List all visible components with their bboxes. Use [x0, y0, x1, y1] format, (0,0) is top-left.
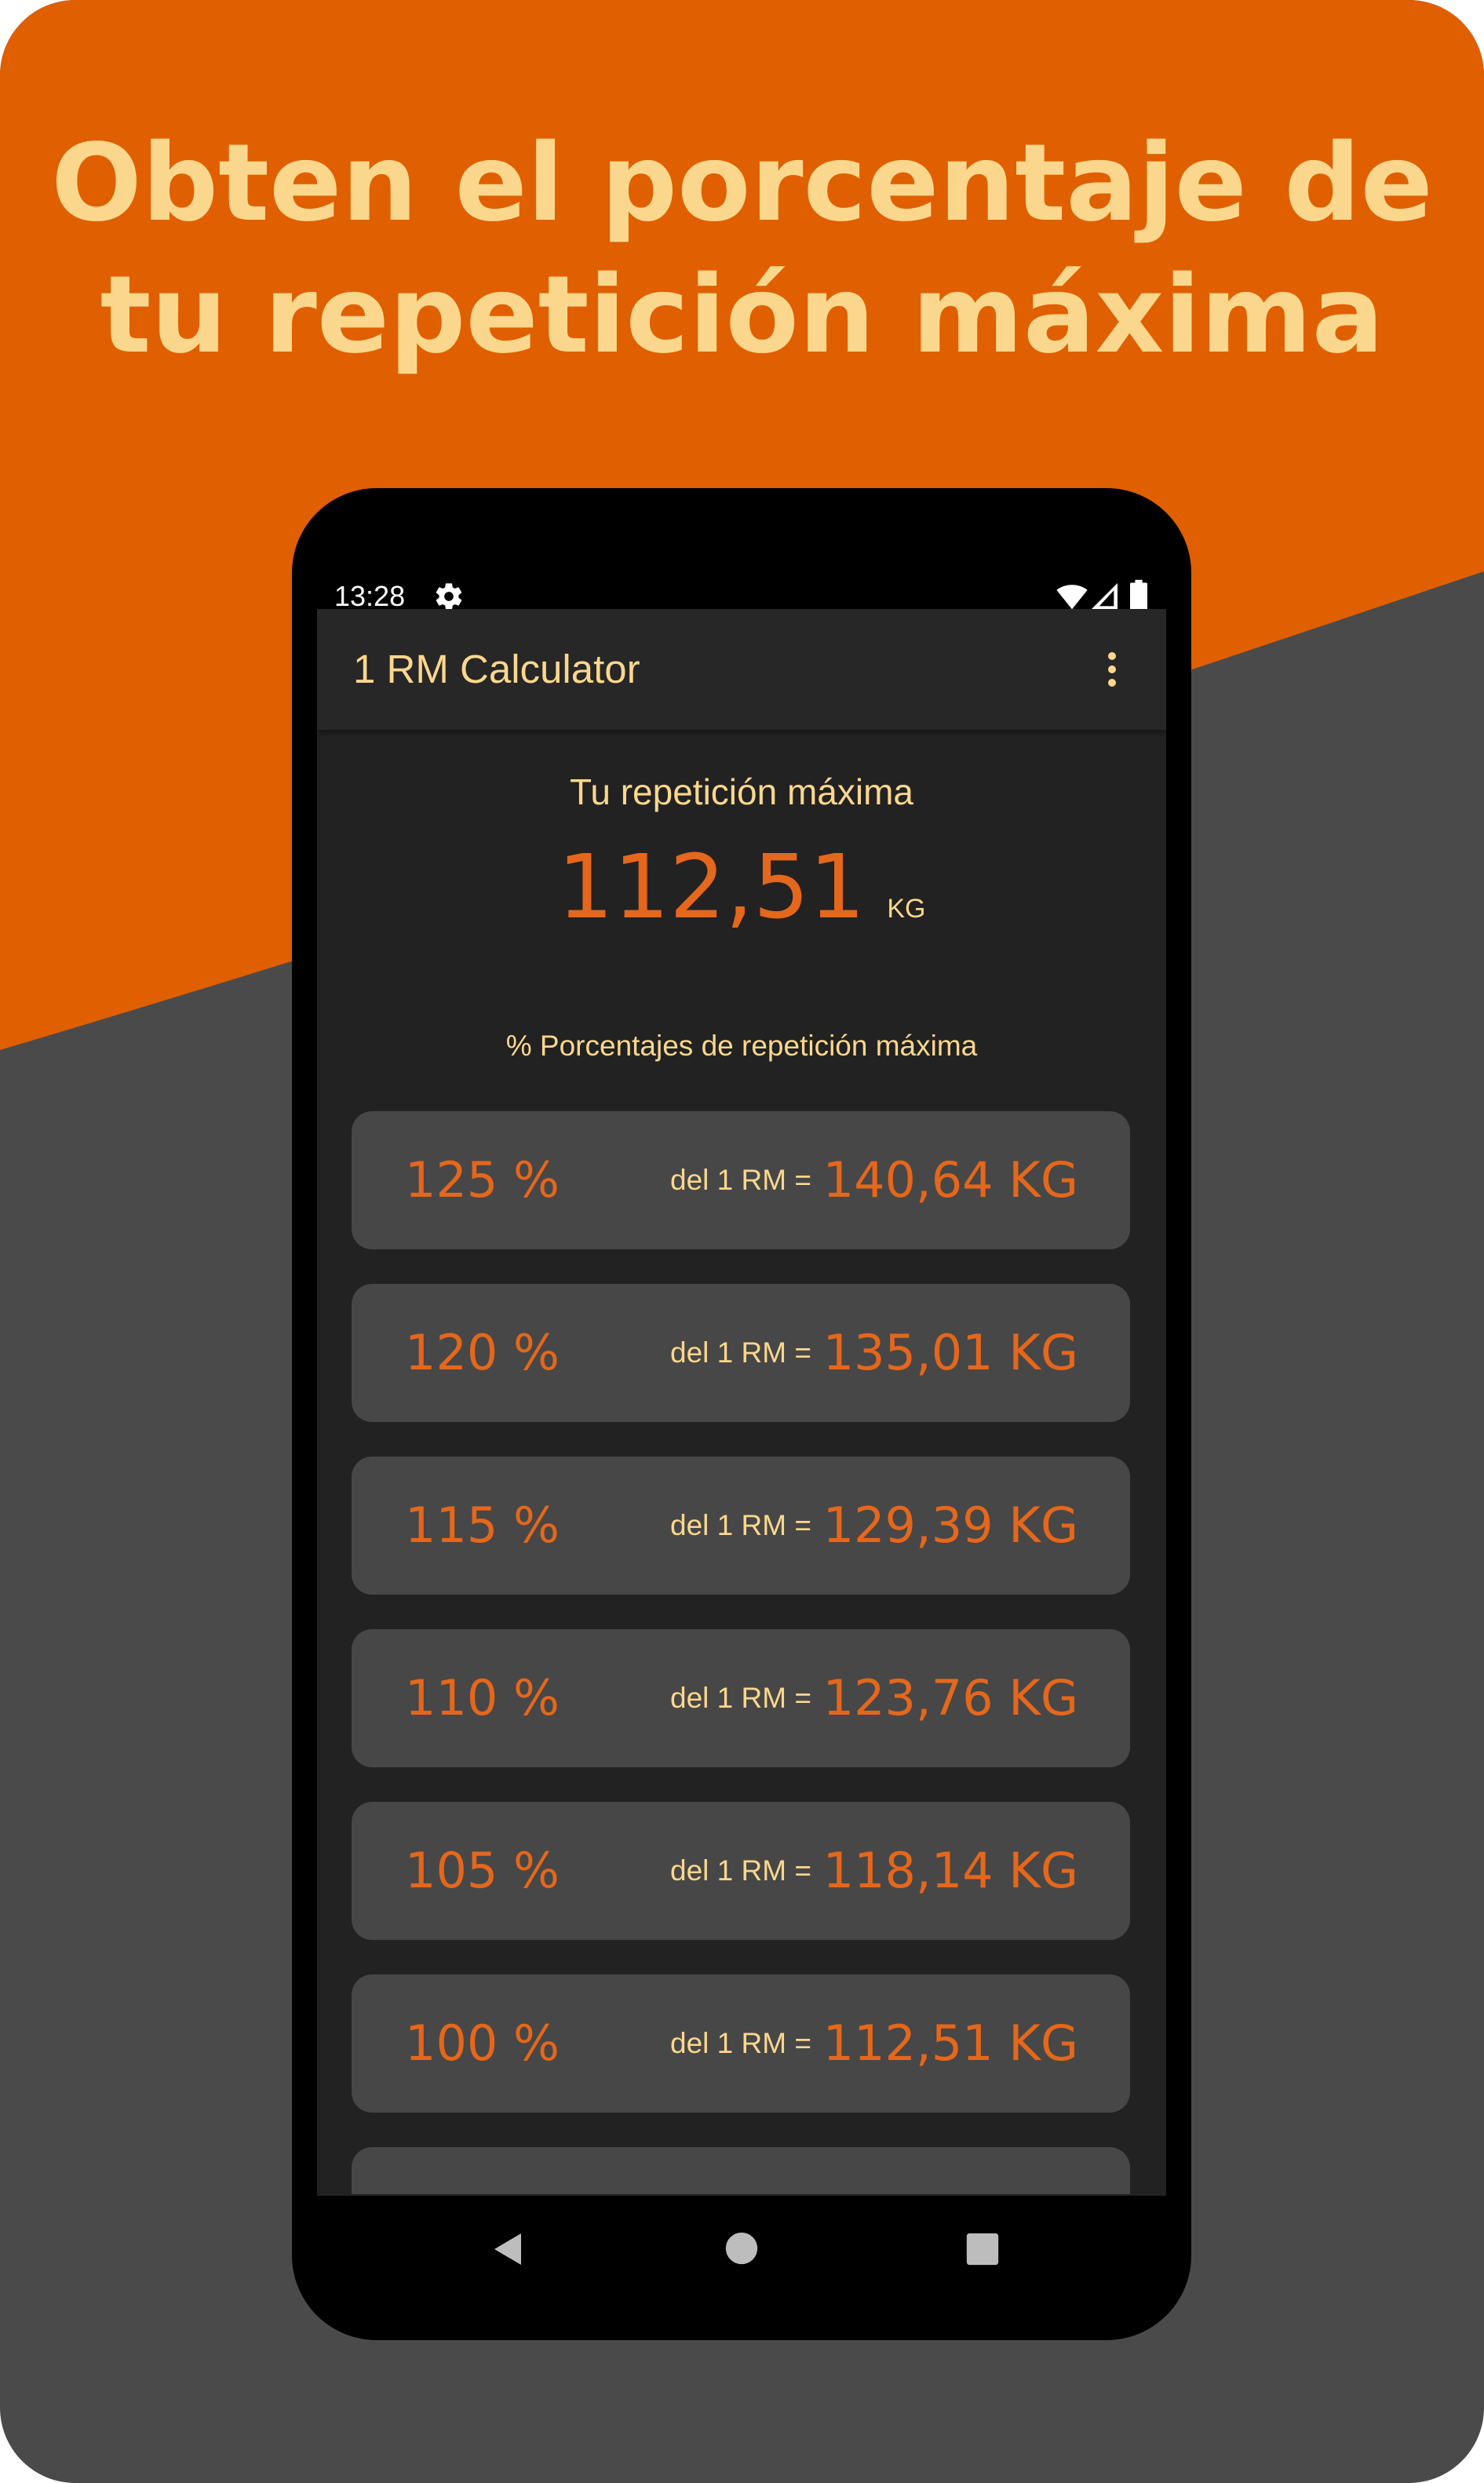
- row-percentage: 100 %: [405, 2014, 560, 2072]
- row-percentage: 120 %: [405, 1324, 560, 1381]
- signal-icon: [1091, 583, 1118, 610]
- gear-icon: [436, 583, 462, 610]
- wifi-icon: [1056, 585, 1088, 610]
- row-label: del 1 RM =: [670, 1854, 811, 1887]
- row-weight: 123,76 KG: [822, 1669, 1078, 1726]
- row-label: del 1 RM =: [670, 1682, 811, 1714]
- row-percentage: 115 %: [405, 1497, 560, 1554]
- percentage-row: 125 % del 1 RM = 140,64 KG: [352, 1111, 1130, 1249]
- app-title: 1 RM Calculator: [353, 647, 640, 691]
- row-percentage: 105 %: [405, 1842, 560, 1899]
- app-toolbar: 1 RM Calculator: [317, 609, 1166, 730]
- percentage-list: 125 % del 1 RM = 140,64 KG 120 % del 1 R…: [352, 1111, 1130, 2194]
- menu-dot: [1108, 679, 1116, 687]
- recents-icon[interactable]: [965, 2232, 1000, 2266]
- headline-line-1: Obten el porcentaje de: [51, 122, 1433, 246]
- menu-dot: [1108, 665, 1116, 673]
- percentage-row: 110 % del 1 RM = 123,76 KG: [352, 1629, 1130, 1767]
- rm-label: Tu repetición máxima: [569, 771, 913, 812]
- percentage-row: 100 % del 1 RM = 112,51 KG: [352, 1974, 1130, 2113]
- promo-canvas: Obten el porcentaje de tu repetición máx…: [0, 0, 1484, 2483]
- row-percentage: 110 %: [405, 1669, 560, 1726]
- row-label: del 1 RM =: [670, 1509, 811, 1541]
- battery-icon: [1130, 579, 1147, 612]
- rm-unit: KG: [887, 894, 926, 924]
- back-icon[interactable]: [490, 2230, 527, 2268]
- rm-value-row: 112,51 KG: [317, 837, 1166, 939]
- row-label: del 1 RM =: [670, 1336, 811, 1369]
- percentage-row: 115 % del 1 RM = 129,39 KG: [352, 1457, 1130, 1595]
- row-weight: 129,39 KG: [822, 1497, 1078, 1554]
- rm-value: 112,51: [557, 837, 866, 939]
- app-content: 1 RM Calculator Tu repetición máxima 112…: [317, 609, 1166, 2196]
- row-weight: 112,51 KG: [822, 2014, 1078, 2072]
- headline: Obten el porcentaje de tu repetición máx…: [0, 118, 1484, 381]
- home-icon[interactable]: [724, 2231, 759, 2266]
- phone-frame: 13:28 1 RM Calculator Tu repetición máxi…: [292, 488, 1191, 2340]
- percentage-row: 120 % del 1 RM = 135,01 KG: [352, 1284, 1130, 1422]
- percentage-row-partial: [352, 2147, 1130, 2194]
- row-percentage: 125 %: [405, 1151, 560, 1209]
- percentages-header: % Porcentajes de repetición máxima: [505, 1030, 978, 1062]
- headline-line-2: tu repetición máxima: [100, 253, 1384, 377]
- percentage-row: 105 % del 1 RM = 118,14 KG: [352, 1802, 1130, 1940]
- row-label: del 1 RM =: [670, 1164, 811, 1196]
- menu-dot: [1108, 652, 1116, 660]
- more-vert-icon[interactable]: [1086, 644, 1136, 695]
- phone-screen: 13:28 1 RM Calculator Tu repetición máxi…: [317, 488, 1166, 2340]
- navigation-bar: [317, 2196, 1166, 2303]
- row-weight: 135,01 KG: [822, 1324, 1078, 1381]
- row-label: del 1 RM =: [670, 2027, 811, 2059]
- row-weight: 118,14 KG: [822, 1842, 1078, 1899]
- row-weight: 140,64 KG: [822, 1151, 1078, 1209]
